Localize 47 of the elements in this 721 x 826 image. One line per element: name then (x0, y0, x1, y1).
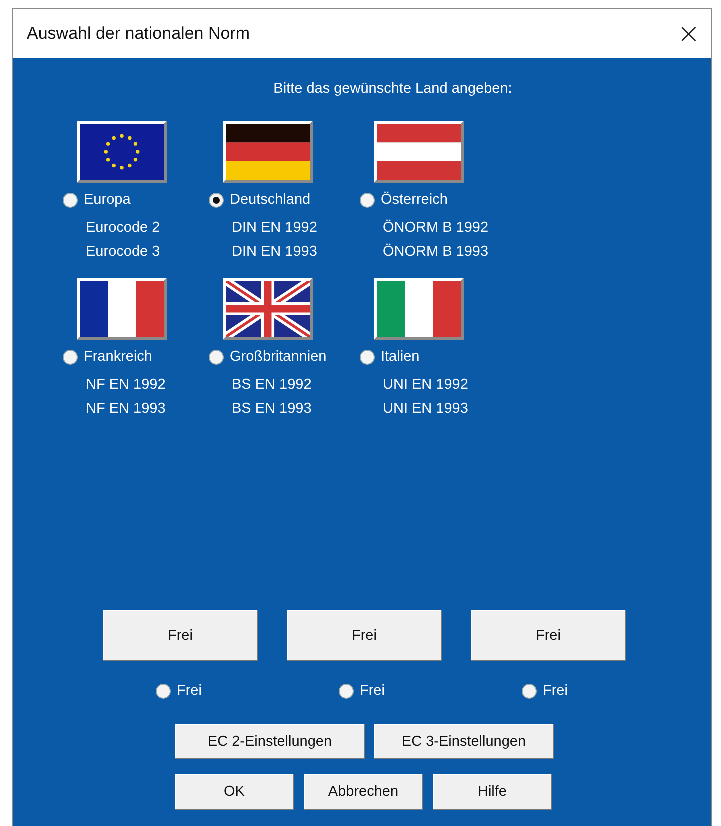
radio-button[interactable] (63, 350, 78, 364)
radio-button[interactable] (360, 350, 375, 364)
radio-button[interactable] (209, 350, 224, 364)
radio-label[interactable]: Frankreich (84, 349, 152, 365)
flag-icon (77, 278, 167, 340)
radio-label[interactable]: Frei (543, 683, 568, 699)
flag-icon (223, 121, 313, 183)
radio-button[interactable] (209, 192, 224, 208)
norm-label: BS EN 1992 (232, 376, 313, 395)
free-button[interactable]: Frei (471, 610, 626, 661)
radio-button[interactable] (522, 684, 537, 698)
flag-icon (374, 121, 464, 183)
radio-label[interactable]: Frei (360, 683, 385, 699)
norm-label: Eurocode 3 (86, 243, 162, 262)
norm-label: ÖNORM B 1993 (383, 242, 490, 262)
norm-label: NF EN 1992 (86, 376, 167, 395)
radio-button[interactable] (156, 684, 171, 698)
radio-label[interactable]: Großbritannien (230, 349, 327, 365)
flag-icon (223, 278, 313, 340)
close-button[interactable]: × (667, 14, 711, 54)
settings-button[interactable]: EC 3-Einstellungen (374, 724, 554, 759)
free-button[interactable]: Frei (287, 610, 442, 661)
window-title: Auswahl der nationalen Norm (27, 24, 250, 44)
settings-button[interactable]: EC 2-Einstellungen (175, 724, 365, 759)
norm-label: UNI EN 1993 (383, 400, 470, 419)
free-button[interactable]: Frei (103, 610, 258, 661)
radio-label[interactable]: Frei (177, 683, 202, 699)
norm-label: NF EN 1993 (86, 400, 167, 419)
radio-label[interactable]: Deutschland (230, 192, 311, 208)
dialog-button[interactable]: Abbrechen (304, 774, 423, 810)
norm-label: UNI EN 1992 (383, 376, 470, 395)
dialog-button[interactable]: OK (175, 774, 294, 810)
radio-button[interactable] (63, 192, 78, 208)
norm-label: DIN EN 1992 (232, 219, 318, 238)
flag-icon (77, 121, 167, 183)
norm-label: ÖNORM B 1992 (383, 218, 490, 238)
radio-label[interactable]: Europa (84, 192, 131, 208)
norm-label: Eurocode 2 (86, 219, 162, 238)
norm-label: DIN EN 1993 (232, 243, 318, 262)
dialog-button[interactable]: Hilfe (433, 774, 552, 810)
radio-label[interactable]: Österreich (381, 192, 448, 208)
radio-label[interactable]: Italien (381, 349, 420, 365)
flag-icon (374, 278, 464, 340)
radio-button[interactable] (339, 684, 354, 698)
norm-label: BS EN 1993 (232, 400, 313, 419)
radio-button[interactable] (360, 192, 375, 208)
prompt-text: Bitte das gewünschte Land angeben: (272, 81, 514, 99)
